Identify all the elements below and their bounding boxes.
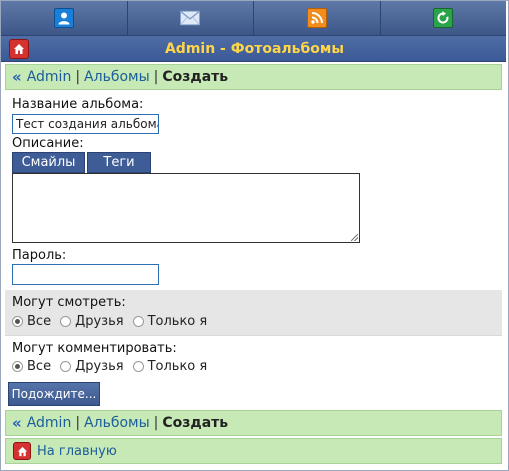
can-comment-radio-only-me[interactable]	[132, 361, 144, 372]
breadcrumb-separator: |	[75, 69, 81, 85]
footer-home: На главную	[5, 438, 502, 464]
breadcrumb-separator: |	[153, 415, 159, 431]
breadcrumb-top: « Admin | Альбомы | Создать	[5, 64, 502, 90]
album-name-input[interactable]: Тест создания альбома	[12, 114, 159, 134]
refresh-button[interactable]	[380, 1, 506, 35]
can-comment-radio-all[interactable]	[12, 361, 23, 372]
breadcrumb-albums-link[interactable]: Альбомы	[84, 415, 150, 431]
can-comment-label: Могут комментировать:	[12, 341, 177, 356]
resize-handle[interactable]	[351, 234, 358, 241]
editor-tabs: Смайлы Теги	[12, 152, 153, 173]
mail-icon	[180, 8, 201, 28]
can-comment-options: Все Друзья Только я	[12, 359, 216, 374]
breadcrumb-separator: |	[75, 415, 81, 431]
breadcrumb-admin-link[interactable]: Admin	[27, 69, 72, 85]
can-comment-option-label: Все	[27, 359, 52, 374]
refresh-icon	[433, 8, 454, 28]
breadcrumb-current: Создать	[162, 69, 229, 85]
can-comment-option-label: Только я	[147, 359, 208, 374]
can-comment-option-label: Друзья	[75, 359, 124, 374]
tab-tags[interactable]: Теги	[87, 152, 151, 173]
back-arrow-icon: «	[12, 68, 22, 86]
back-arrow-icon: «	[12, 414, 22, 432]
description-label: Описание:	[12, 136, 84, 151]
home-icon[interactable]	[13, 442, 31, 460]
home-icon[interactable]	[9, 38, 29, 59]
user-icon	[53, 8, 74, 28]
can-view-label: Могут смотреть:	[12, 295, 126, 310]
can-view-option-label: Все	[27, 314, 52, 329]
can-view-options: Все Друзья Только я	[12, 314, 216, 329]
page-title: Admin - Фотоальбомы	[164, 40, 345, 57]
album-name-label: Название альбома:	[12, 97, 144, 112]
mail-button[interactable]	[127, 1, 254, 35]
can-view-option-label: Только я	[147, 314, 208, 329]
password-label: Пароль:	[12, 248, 67, 263]
breadcrumb-current: Создать	[162, 415, 229, 431]
top-icon-bar	[1, 1, 506, 36]
can-view-radio-all[interactable]	[12, 316, 23, 327]
rss-icon	[306, 8, 327, 28]
tab-smileys[interactable]: Смайлы	[12, 152, 85, 173]
breadcrumb-admin-link[interactable]: Admin	[27, 415, 72, 431]
home-link[interactable]: На главную	[37, 444, 117, 459]
title-bar: Admin - Фотоальбомы	[1, 36, 506, 62]
can-view-radio-friends[interactable]	[60, 316, 72, 327]
description-textarea[interactable]	[12, 173, 360, 243]
can-view-option-label: Друзья	[75, 314, 124, 329]
can-view-radio-only-me[interactable]	[132, 316, 144, 327]
breadcrumb-bottom: « Admin | Альбомы | Создать	[5, 410, 502, 436]
submit-button[interactable]: Подождите...	[8, 382, 100, 406]
rss-button[interactable]	[254, 1, 381, 35]
breadcrumb-separator: |	[153, 69, 159, 85]
breadcrumb-albums-link[interactable]: Альбомы	[84, 69, 150, 85]
password-input[interactable]	[12, 264, 159, 285]
can-comment-radio-friends[interactable]	[60, 361, 72, 372]
profile-button[interactable]	[1, 1, 128, 35]
